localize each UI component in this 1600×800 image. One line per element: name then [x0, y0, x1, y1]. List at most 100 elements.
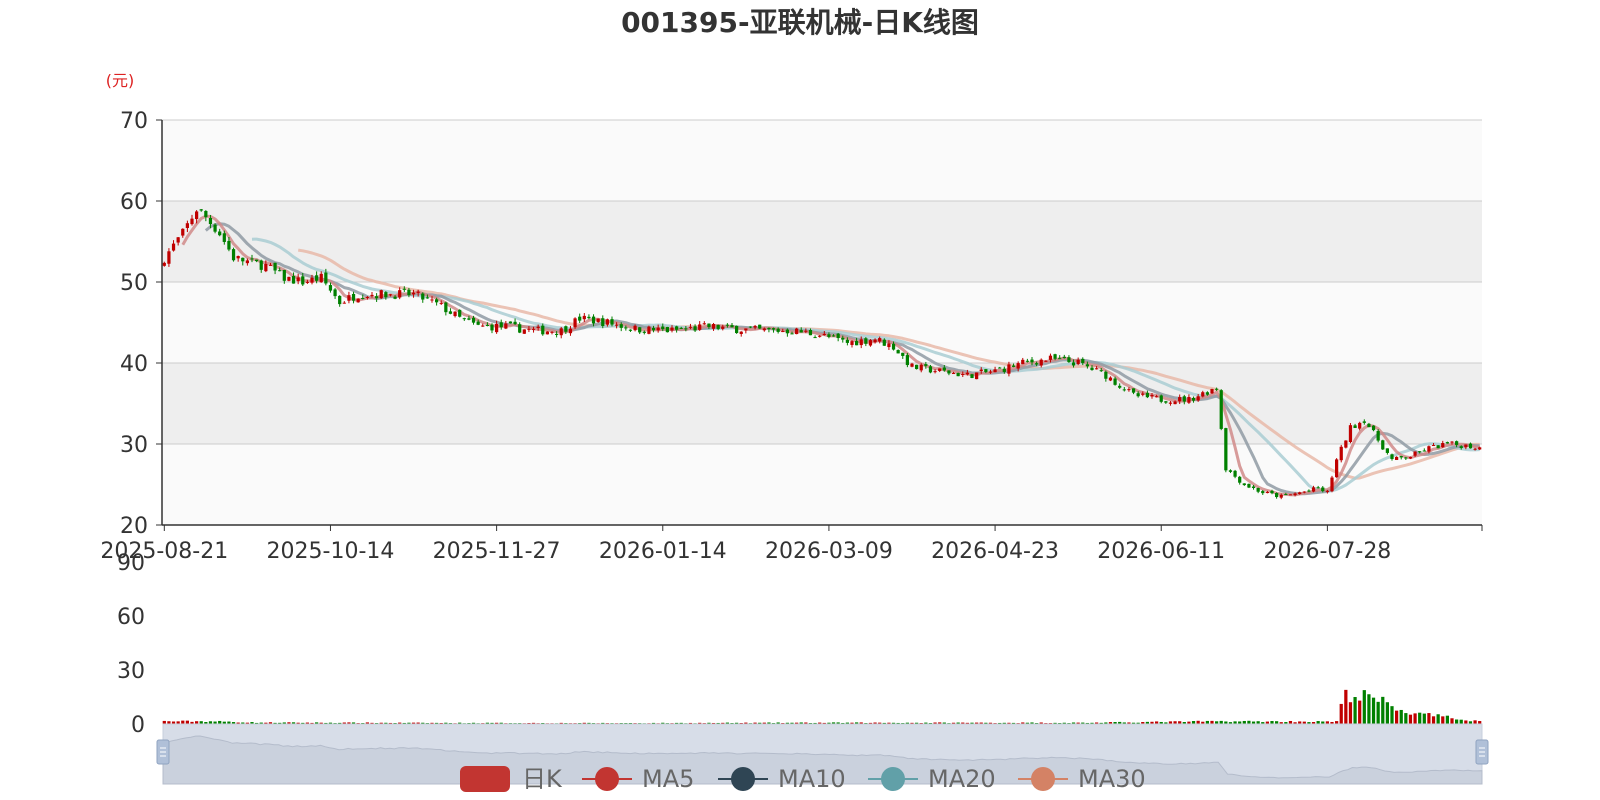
candle-body — [956, 372, 960, 377]
candle-body — [938, 368, 942, 372]
candle-body — [536, 326, 540, 328]
candle-body — [245, 260, 249, 264]
candle — [458, 309, 462, 318]
candle-body — [268, 264, 273, 266]
legend-kline-swatch — [460, 766, 510, 792]
price-unit-label: (元) — [106, 71, 135, 90]
candle-body — [1155, 396, 1159, 398]
candle-body — [771, 328, 776, 330]
candle-body — [365, 296, 369, 298]
candle-body — [928, 366, 933, 373]
candle-body — [693, 326, 697, 331]
candle-body — [181, 228, 185, 236]
candle-body — [328, 285, 333, 291]
candle-body — [1321, 487, 1325, 492]
legend-item-ma10[interactable]: MA10 — [718, 765, 846, 793]
candle — [573, 317, 577, 329]
volume-bar — [1390, 706, 1394, 724]
candle-body — [1339, 446, 1343, 461]
volume-bar — [1445, 715, 1449, 724]
candle-body — [795, 328, 799, 335]
candle-body — [799, 330, 803, 333]
candle-body — [1302, 491, 1306, 493]
candle-body — [1090, 367, 1094, 371]
candle-body — [1431, 445, 1436, 447]
candle-body — [1076, 359, 1080, 365]
candle-body — [1131, 388, 1136, 393]
candle-body — [591, 316, 596, 324]
candle-body — [896, 350, 900, 354]
candle-body — [476, 321, 480, 325]
data-zoom-left-handle[interactable] — [156, 739, 170, 765]
candle-body — [1104, 371, 1108, 379]
candle-body — [550, 331, 554, 333]
candle-body — [458, 309, 462, 317]
candle-body — [758, 324, 762, 329]
candle-body — [1455, 441, 1459, 445]
candle-body — [1238, 476, 1242, 483]
candle-body — [1348, 425, 1353, 442]
candle-body — [462, 318, 466, 320]
candle-body — [891, 343, 896, 350]
legend-item-ma20[interactable]: MA20 — [868, 765, 996, 793]
candle-body — [1275, 493, 1279, 498]
candle-body — [1418, 451, 1422, 453]
candle — [1210, 388, 1214, 394]
candle — [356, 298, 360, 303]
candle-body — [448, 311, 453, 314]
candle-body — [471, 317, 476, 323]
candle-body — [564, 326, 568, 332]
volume-bar — [1422, 713, 1426, 724]
candle-body — [1228, 470, 1233, 472]
candle-body — [1358, 422, 1362, 429]
candle-body — [282, 269, 286, 281]
candle-body — [1081, 358, 1085, 364]
price-tick-label: 50 — [120, 271, 148, 296]
candle-body — [633, 325, 637, 331]
candle-body — [813, 337, 817, 339]
candle-body — [1025, 360, 1029, 362]
price-band — [162, 120, 1482, 201]
candle-body — [347, 295, 351, 301]
candle-body — [1187, 396, 1191, 403]
candle — [665, 326, 669, 333]
candle-body — [555, 333, 559, 335]
candle-body — [790, 333, 794, 335]
candle-body — [1413, 451, 1417, 456]
candle-body — [679, 327, 683, 329]
candle-body — [707, 323, 711, 328]
candle-body — [291, 275, 296, 284]
date-tick-label: 2026-07-28 — [1263, 539, 1391, 564]
volume-bar — [181, 720, 185, 724]
candle-body — [933, 371, 937, 373]
candle-body — [351, 293, 356, 301]
candle-body — [1016, 363, 1020, 369]
candle-body — [859, 339, 863, 346]
candle-body — [167, 251, 171, 264]
candle-body — [208, 217, 213, 225]
candle — [287, 276, 291, 282]
price-grid-bands — [162, 120, 1482, 525]
candle-body — [818, 335, 822, 337]
candle — [956, 372, 960, 377]
volume-bar — [1362, 690, 1366, 724]
candle-body — [222, 233, 226, 242]
candle — [1335, 458, 1339, 478]
candle-body — [1113, 378, 1117, 385]
data-zoom-right-handle[interactable] — [1475, 739, 1489, 765]
candle-body — [1044, 360, 1048, 362]
candle-body — [439, 302, 443, 304]
candle-body — [1011, 365, 1016, 367]
candle-body — [670, 327, 674, 331]
candle-body — [831, 335, 836, 337]
candle-body — [185, 223, 189, 229]
legend-item-ma30[interactable]: MA30 — [1018, 765, 1146, 793]
candle-body — [513, 321, 517, 325]
candle-body — [804, 330, 808, 332]
candle-body — [785, 329, 789, 334]
candle-body — [845, 339, 849, 343]
candle-body — [1067, 357, 1071, 363]
candle-body — [887, 343, 891, 348]
volume-axis: 0 30 60 90 — [117, 551, 145, 738]
candle-body — [273, 262, 277, 271]
